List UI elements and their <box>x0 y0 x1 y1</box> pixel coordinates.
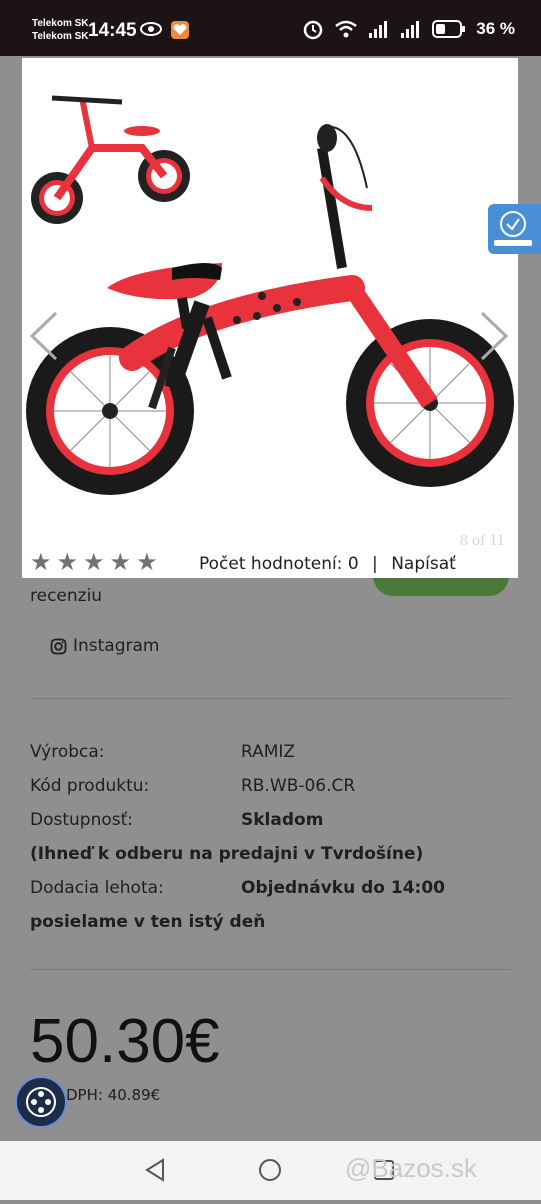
instagram-link[interactable]: Instagram <box>50 636 160 656</box>
availability-label: Dostupnosť: <box>30 810 134 830</box>
verified-badge-icon <box>494 211 532 246</box>
signal-icon-1 <box>369 21 388 38</box>
status-right-icons: 36 % <box>302 18 515 40</box>
delivery-value-cont: posielame v ten istý deň <box>30 912 266 932</box>
product-code-value: RB.WB-06.CR <box>241 776 356 796</box>
rating-separator: | <box>372 554 378 574</box>
balance-bike-illustration <box>26 95 514 495</box>
accessibility-icon <box>26 1087 56 1117</box>
availability-value: Skladom <box>241 810 324 830</box>
star-icon[interactable]: ★ <box>30 550 52 574</box>
rating-count: Počet hodnotení: 0 <box>199 554 359 574</box>
star-icon[interactable]: ★ <box>136 550 158 574</box>
back-icon[interactable] <box>145 1158 164 1182</box>
divider <box>30 969 511 970</box>
signal-icon-2 <box>401 21 420 38</box>
battery-percent: 36 % <box>476 19 515 38</box>
app-notification-icon <box>171 21 189 39</box>
delivery-label: Dodacia lehota: <box>30 878 164 898</box>
rating-stars[interactable]: ★ ★ ★ ★ ★ <box>30 550 158 574</box>
divider <box>30 698 511 699</box>
clock: 14:45 <box>88 20 137 41</box>
alarm-icon <box>304 20 323 40</box>
availability-note: (Ihneď k odberu na predajni v Tvrdošíne) <box>30 844 424 864</box>
product-page: 8 of 11 ★ ★ ★ ★ ★ Počet hodnotení: 0 | N… <box>0 56 541 1141</box>
bazos-watermark: @Bazos.sk <box>345 1153 477 1183</box>
home-icon[interactable] <box>259 1159 281 1181</box>
status-left-icons <box>140 20 190 40</box>
star-icon[interactable]: ★ <box>57 550 79 574</box>
star-icon[interactable]: ★ <box>83 550 105 574</box>
verified-shop-badge[interactable] <box>488 204 541 254</box>
product-image[interactable] <box>22 58 518 578</box>
manufacturer-label: Výrobca: <box>30 742 105 762</box>
carrier-1: Telekom SK <box>32 18 89 29</box>
wifi-icon <box>335 20 358 38</box>
price-without-vat: DPH: 40.89€ <box>66 1086 161 1104</box>
write-review-link-cont[interactable]: recenziu <box>30 586 102 606</box>
instagram-icon <box>50 638 67 654</box>
rating-summary: Počet hodnotení: 0 | Napísať <box>199 554 456 574</box>
manufacturer-value[interactable]: RAMIZ <box>241 742 295 762</box>
write-review-link[interactable]: Napísať <box>391 554 456 574</box>
inset-bike-image <box>31 95 190 224</box>
eye-icon <box>140 22 162 36</box>
status-bar: Telekom SK Telekom SK 14:45 36 % <box>0 0 541 56</box>
battery-icon <box>432 20 466 38</box>
accessibility-button[interactable] <box>15 1076 67 1128</box>
product-code-label: Kód produktu: <box>30 776 150 796</box>
star-icon[interactable]: ★ <box>110 550 132 574</box>
gallery-counter: 8 of 11 <box>460 532 505 549</box>
instagram-label: Instagram <box>73 636 160 656</box>
carrier-2: Telekom SK <box>32 31 89 42</box>
system-nav-bar: @Bazos.sk <box>0 1141 541 1200</box>
delivery-value: Objednávku do 14:00 <box>241 878 446 898</box>
product-price: 50.30€ <box>30 1007 220 1076</box>
carrier-labels: Telekom SK Telekom SK <box>32 17 89 43</box>
